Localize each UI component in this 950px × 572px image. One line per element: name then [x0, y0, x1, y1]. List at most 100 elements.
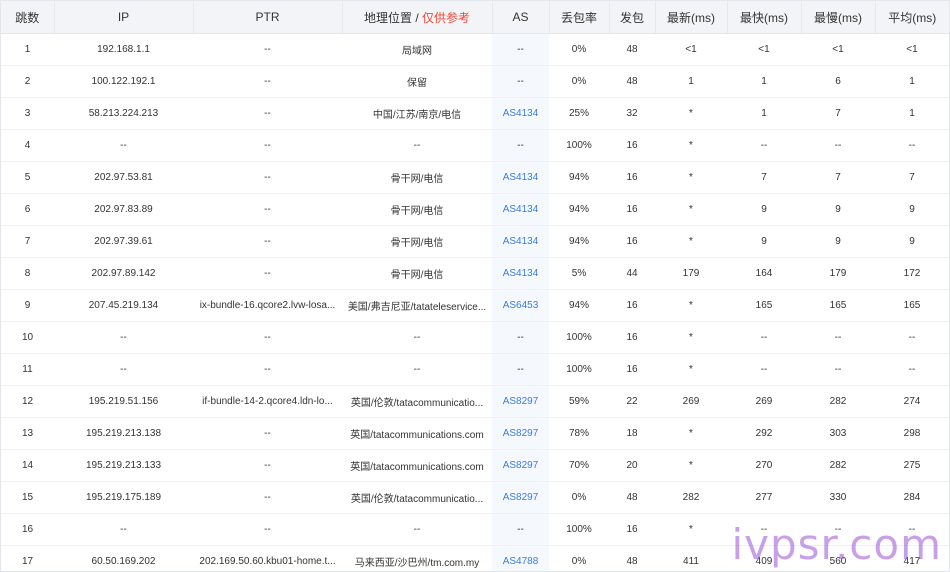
as-link[interactable]: AS8297	[503, 428, 539, 439]
hop-cell: 2	[1, 65, 54, 98]
loss-cell: 0%	[549, 545, 609, 571]
table-row: 13 195.219.213.138 -- 英国/tatacommunications…	[1, 417, 949, 450]
hop-cell: 4	[1, 129, 54, 162]
as-cell: AS8297	[492, 417, 549, 450]
hop-cell: 17	[1, 545, 54, 571]
geo-cell: 英国/tatacommunications.com	[342, 417, 492, 450]
avg-cell: 1	[875, 65, 949, 98]
ptr-cell: --	[193, 65, 342, 98]
header-as: AS	[492, 1, 550, 34]
ptr-cell: --	[193, 161, 342, 194]
ip-cell: --	[54, 129, 193, 162]
as-link[interactable]: AS4134	[503, 268, 539, 279]
best-cell: 9	[727, 193, 801, 226]
ptr-cell: --	[193, 321, 342, 354]
worst-cell: 7	[801, 161, 875, 194]
loss-cell: 94%	[549, 225, 609, 258]
ptr-cell: --	[193, 129, 342, 162]
geo-cell: 马来西亚/沙巴州/tm.com.my	[342, 545, 492, 571]
last-cell: 1	[655, 65, 727, 98]
best-cell: 409	[727, 545, 801, 571]
sent-cell: 16	[609, 193, 655, 226]
as-link[interactable]: AS6453	[503, 300, 539, 311]
table-row: 5 202.97.53.81 -- 骨干网/电信 AS4134 94% 16 * 7 7 7	[1, 161, 949, 194]
worst-cell: --	[801, 353, 875, 386]
header-last: 最新(ms)	[655, 1, 728, 34]
table-row: 8 202.97.89.142 -- 骨干网/电信 AS4134 5% 44 179 164 17…	[1, 257, 949, 290]
sent-cell: 32	[609, 97, 655, 130]
last-cell: *	[655, 193, 727, 226]
last-cell: 269	[655, 385, 727, 418]
loss-cell: 0%	[549, 33, 609, 66]
traceroute-table: 跳数 IP PTR 地理位置 / 仅供参考 AS 丢包率 发包 最新(ms) 最…	[1, 1, 949, 571]
table-header-row: 跳数 IP PTR 地理位置 / 仅供参考 AS 丢包率 发包 最新(ms) 最…	[1, 1, 949, 34]
ip-cell: --	[54, 513, 193, 546]
hop-cell: 6	[1, 193, 54, 226]
as-link[interactable]: AS4134	[503, 236, 539, 247]
geo-cell: --	[342, 513, 492, 546]
best-cell: 1	[727, 65, 801, 98]
best-cell: --	[727, 353, 801, 386]
ptr-cell: --	[193, 513, 342, 546]
worst-cell: --	[801, 129, 875, 162]
sent-cell: 16	[609, 161, 655, 194]
as-link[interactable]: AS4134	[503, 204, 539, 215]
ptr-cell: --	[193, 225, 342, 258]
sent-cell: 44	[609, 257, 655, 290]
as-link[interactable]: AS8297	[503, 492, 539, 503]
as-cell: --	[492, 513, 549, 546]
loss-cell: 59%	[549, 385, 609, 418]
hop-cell: 9	[1, 289, 54, 322]
as-link[interactable]: AS4788	[503, 556, 539, 567]
ip-cell: 58.213.224.213	[54, 97, 193, 130]
loss-cell: 78%	[549, 417, 609, 450]
as-link[interactable]: AS8297	[503, 396, 539, 407]
as-link[interactable]: AS4134	[503, 108, 539, 119]
best-cell: 270	[727, 449, 801, 482]
ip-cell: --	[54, 353, 193, 386]
avg-cell: <1	[875, 33, 949, 66]
ptr-cell: --	[193, 449, 342, 482]
last-cell: 411	[655, 545, 727, 571]
header-hop: 跳数	[1, 1, 55, 34]
table-row: 14 195.219.213.133 -- 英国/tatacommunications…	[1, 449, 949, 482]
hop-cell: 11	[1, 353, 54, 386]
as-link[interactable]: AS4134	[503, 172, 539, 183]
loss-cell: 100%	[549, 513, 609, 546]
worst-cell: 165	[801, 289, 875, 322]
worst-cell: 9	[801, 225, 875, 258]
worst-cell: <1	[801, 33, 875, 66]
as-link[interactable]: AS8297	[503, 460, 539, 471]
sent-cell: 16	[609, 289, 655, 322]
as-cell: AS8297	[492, 385, 549, 418]
header-avg: 平均(ms)	[875, 1, 949, 34]
worst-cell: 6	[801, 65, 875, 98]
as-cell: AS4134	[492, 97, 549, 130]
as-cell: AS8297	[492, 481, 549, 514]
header-sent: 发包	[609, 1, 656, 34]
ip-cell: 192.168.1.1	[54, 33, 193, 66]
hop-cell: 15	[1, 481, 54, 514]
header-worst: 最慢(ms)	[801, 1, 876, 34]
as-cell: --	[492, 129, 549, 162]
best-cell: 1	[727, 97, 801, 130]
loss-cell: 25%	[549, 97, 609, 130]
worst-cell: --	[801, 513, 875, 546]
loss-cell: 100%	[549, 353, 609, 386]
hop-cell: 13	[1, 417, 54, 450]
ptr-cell: ix-bundle-16.qcore2.lvw-losa...	[193, 289, 342, 322]
ip-cell: 207.45.219.134	[54, 289, 193, 322]
loss-cell: 0%	[549, 481, 609, 514]
table-row: 4 -- -- -- -- 100% 16 * -- -- --	[1, 129, 949, 162]
last-cell: *	[655, 129, 727, 162]
table-row: 7 202.97.39.61 -- 骨干网/电信 AS4134 94% 16 * 9 9 9	[1, 225, 949, 258]
ip-cell: 202.97.89.142	[54, 257, 193, 290]
table-row: 12 195.219.51.156 if-bundle-14-2.qcore4.ld…	[1, 385, 949, 418]
avg-cell: 172	[875, 257, 949, 290]
avg-cell: --	[875, 321, 949, 354]
best-cell: <1	[727, 33, 801, 66]
ip-cell: 195.219.51.156	[54, 385, 193, 418]
best-cell: --	[727, 129, 801, 162]
avg-cell: 417	[875, 545, 949, 571]
loss-cell: 100%	[549, 321, 609, 354]
